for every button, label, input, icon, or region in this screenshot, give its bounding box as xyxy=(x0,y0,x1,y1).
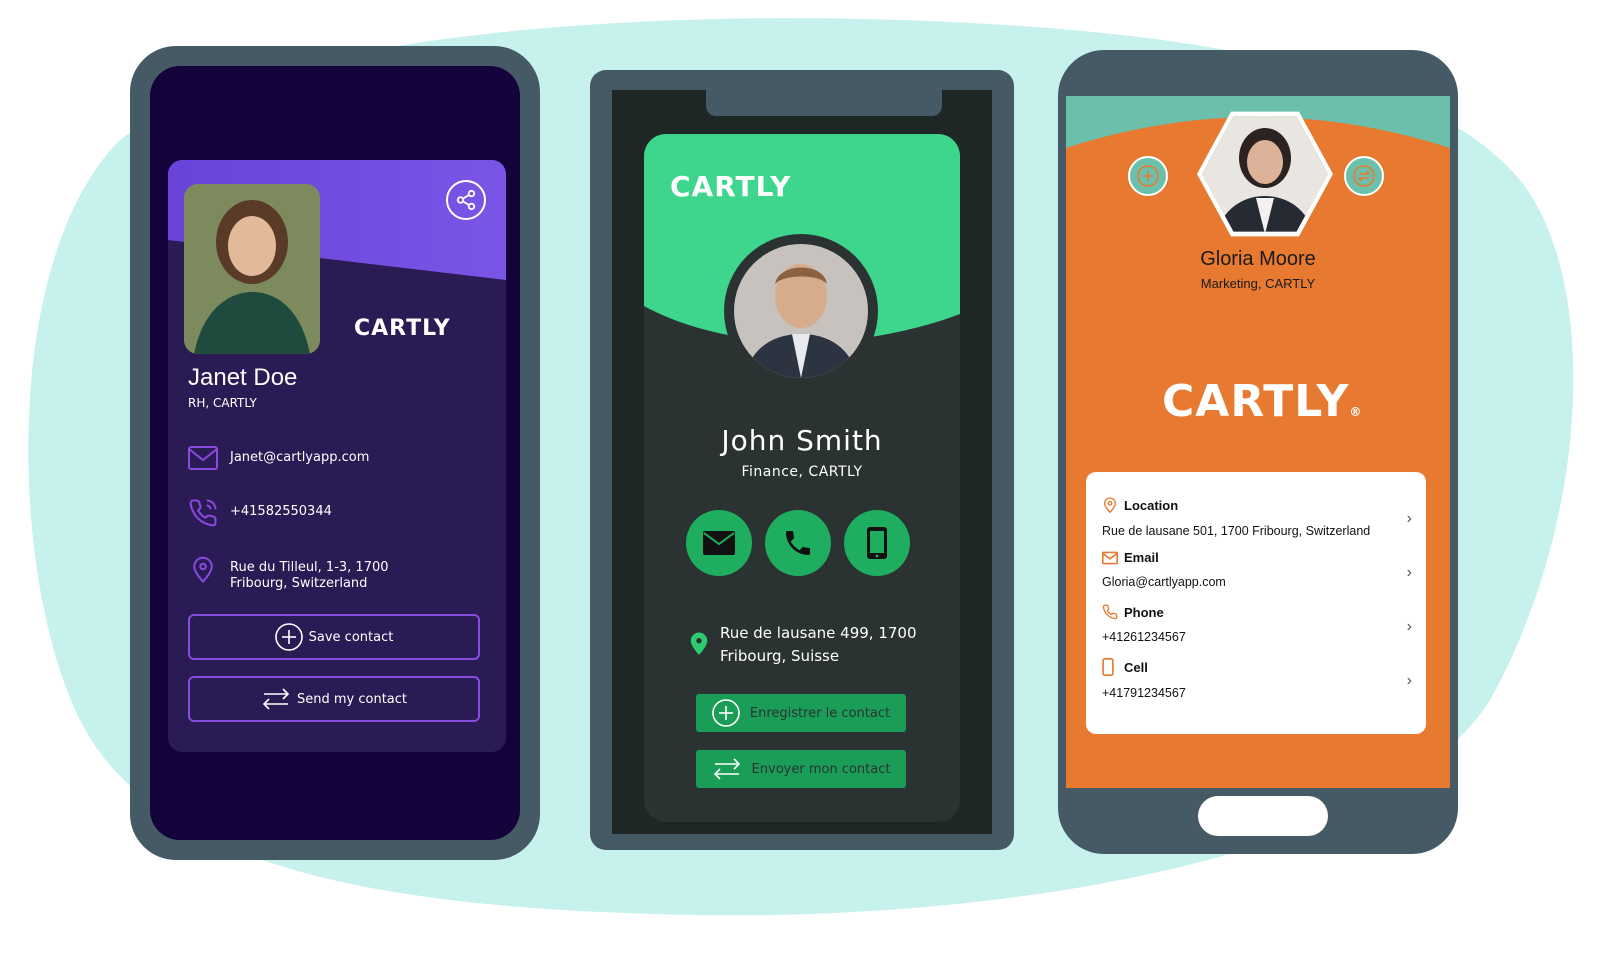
swap-arrows-icon xyxy=(262,688,290,710)
cell-item[interactable]: Cell +41791234567 › xyxy=(1102,658,1412,700)
save-contact-label: Save contact xyxy=(308,629,394,645)
mobile-icon xyxy=(1102,658,1114,676)
address-text: Rue de lausane 499, 1700 Fribourg, Suiss… xyxy=(720,624,917,665)
cartly-logo: CARTLY xyxy=(670,170,792,203)
phone-icon xyxy=(786,531,810,555)
share-icon xyxy=(456,189,476,211)
email-text: Janet@cartlyapp.com xyxy=(230,450,370,465)
profile-photo xyxy=(184,184,320,354)
phone-notch xyxy=(706,90,942,116)
profile-photo xyxy=(734,244,868,378)
send-contact-label: Send my contact xyxy=(296,691,407,707)
save-contact-button[interactable]: Save contact xyxy=(188,614,480,660)
plus-circle-icon xyxy=(1137,165,1159,187)
phone-item[interactable]: Phone +41261234567 › xyxy=(1102,604,1412,645)
location-pin-icon xyxy=(690,632,708,655)
location-value: Rue de lausane 501, 1700 Fribourg, Switz… xyxy=(1102,524,1371,538)
contact-name: John Smith xyxy=(721,424,883,457)
contact-name: Janet Doe xyxy=(188,364,298,391)
send-contact-label: Envoyer mon contact xyxy=(751,761,891,777)
cartly-logo: CARTLY xyxy=(354,316,451,341)
mobile-icon xyxy=(867,527,887,559)
chevron-right-icon: › xyxy=(1406,510,1412,527)
contact-role: Finance, CARTLY xyxy=(741,464,863,480)
plus-circle-icon xyxy=(274,623,303,651)
green-business-card: CARTLY John Smith Finance, CARTLY Rue de… xyxy=(644,134,960,822)
address-row[interactable]: Rue de lausane 499, 1700 Fribourg, Suiss… xyxy=(688,622,940,668)
location-item[interactable]: Location Rue de lausane 501, 1700 Fribou… xyxy=(1102,496,1412,538)
address-text: Rue du Tilleul, 1-3, 1700 Fribourg, Swit… xyxy=(230,560,389,591)
save-contact-button[interactable]: Enregistrer le contact xyxy=(696,694,906,732)
mobile-action-button[interactable] xyxy=(844,510,910,576)
phone-green: CARTLY John Smith Finance, CARTLY Rue de… xyxy=(590,70,1014,850)
call-action-button[interactable] xyxy=(765,510,831,576)
swap-arrows-icon xyxy=(713,758,740,780)
plus-circle-icon xyxy=(712,699,740,727)
chevron-right-icon: › xyxy=(1406,618,1412,635)
phone-orange-screen: Gloria Moore Marketing, CARTLY CARTLY® L… xyxy=(1066,96,1450,788)
mail-icon xyxy=(188,446,218,470)
mail-icon xyxy=(703,531,735,555)
share-button[interactable] xyxy=(446,180,486,220)
phone-icon xyxy=(1102,604,1118,620)
chevron-right-icon: › xyxy=(1406,672,1412,689)
phone-text: +41582550344 xyxy=(230,504,332,519)
add-contact-button[interactable] xyxy=(1128,156,1168,196)
mail-icon xyxy=(1102,551,1118,564)
phone-row[interactable]: +41582550344 xyxy=(188,498,470,532)
location-pin-icon xyxy=(1103,497,1117,514)
email-row[interactable]: Janet@cartlyapp.com xyxy=(188,446,470,474)
cartly-logo: CARTLY® xyxy=(1162,376,1363,427)
send-contact-button[interactable]: Envoyer mon contact xyxy=(696,750,906,788)
home-button[interactable] xyxy=(1198,796,1328,836)
save-contact-label: Enregistrer le contact xyxy=(749,705,891,721)
contact-details-card: Location Rue de lausane 501, 1700 Fribou… xyxy=(1086,472,1426,734)
purple-business-card: CARTLY Janet Doe RH, CARTLY Janet@cartly… xyxy=(168,160,506,752)
contact-role: Marketing, CARTLY xyxy=(1200,276,1316,291)
phone-green-screen: CARTLY John Smith Finance, CARTLY Rue de… xyxy=(612,90,992,834)
send-contact-button[interactable]: Send my contact xyxy=(188,676,480,722)
phone-purple-screen: CARTLY Janet Doe RH, CARTLY Janet@cartly… xyxy=(150,66,520,840)
contact-role: RH, CARTLY xyxy=(188,396,257,410)
swap-arrows-icon xyxy=(1353,165,1375,187)
email-value: Gloria@cartlyapp.com xyxy=(1102,575,1226,589)
email-item[interactable]: Email Gloria@cartlyapp.com › xyxy=(1102,550,1412,589)
phone-orange: Gloria Moore Marketing, CARTLY CARTLY® L… xyxy=(1058,50,1458,854)
phone-icon xyxy=(189,499,217,527)
phone-value: +41261234567 xyxy=(1102,630,1186,644)
chevron-right-icon: › xyxy=(1406,564,1412,581)
exchange-contact-button[interactable] xyxy=(1344,156,1384,196)
email-action-button[interactable] xyxy=(686,510,752,576)
address-row[interactable]: Rue du Tilleul, 1-3, 1700 Fribourg, Swit… xyxy=(188,554,450,592)
cell-value: +41791234567 xyxy=(1102,686,1186,700)
phone-purple: CARTLY Janet Doe RH, CARTLY Janet@cartly… xyxy=(130,46,540,860)
location-pin-icon xyxy=(193,556,213,583)
contact-name: Gloria Moore xyxy=(1200,248,1316,270)
